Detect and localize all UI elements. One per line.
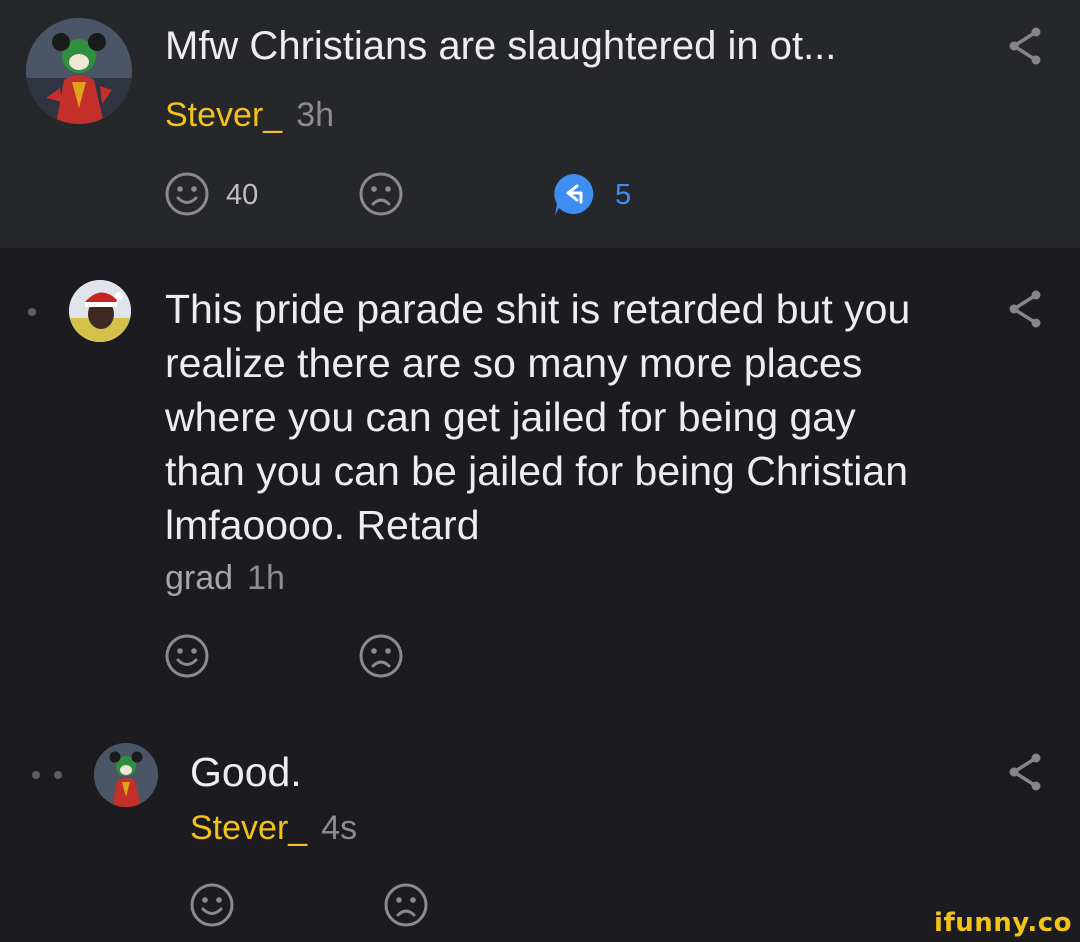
post-username[interactable]: Stever_ (165, 96, 282, 134)
post-header: Mfw Christians are slaughtered in ot... … (0, 0, 1080, 248)
post-time: 3h (296, 96, 335, 134)
comment-meta: Stever_ 4s (190, 808, 357, 848)
smile-icon[interactable] (189, 882, 235, 928)
avatar-image (69, 280, 131, 342)
frown-icon[interactable] (383, 882, 429, 928)
avatar-image (26, 18, 132, 124)
reply-icon[interactable] (551, 171, 597, 217)
share-icon[interactable] (1006, 752, 1042, 792)
comment-time: 1h (247, 559, 285, 597)
thread-depth-dot (32, 771, 40, 779)
thread-depth-dot (54, 771, 62, 779)
share-icon[interactable] (1006, 289, 1042, 329)
avatar-image (94, 743, 158, 807)
share-icon[interactable] (1006, 26, 1042, 66)
comment-username[interactable]: grad (165, 559, 233, 597)
smile-icon[interactable] (164, 633, 210, 679)
reply-count: 5 (615, 179, 632, 211)
frown-icon[interactable] (358, 171, 404, 217)
post-author-avatar[interactable] (26, 18, 132, 124)
comment-text: Good. (190, 749, 302, 795)
comment-time: 4s (321, 809, 358, 847)
comment-meta: grad 1h (165, 558, 285, 598)
smile-icon[interactable] (164, 171, 210, 217)
ifunny-watermark: ifunny.co (934, 908, 1072, 938)
commenter-avatar[interactable] (94, 743, 158, 807)
commenter-avatar[interactable] (69, 280, 131, 342)
smile-count: 40 (226, 179, 259, 211)
comment-username[interactable]: Stever_ (190, 809, 307, 847)
comment-text: This pride parade shit is retarded but y… (165, 286, 911, 548)
thread-depth-dot (28, 308, 36, 316)
post-title[interactable]: Mfw Christians are slaughtered in ot... (165, 22, 836, 70)
post-meta: Stever_ 3h (165, 95, 334, 135)
frown-icon[interactable] (358, 633, 404, 679)
